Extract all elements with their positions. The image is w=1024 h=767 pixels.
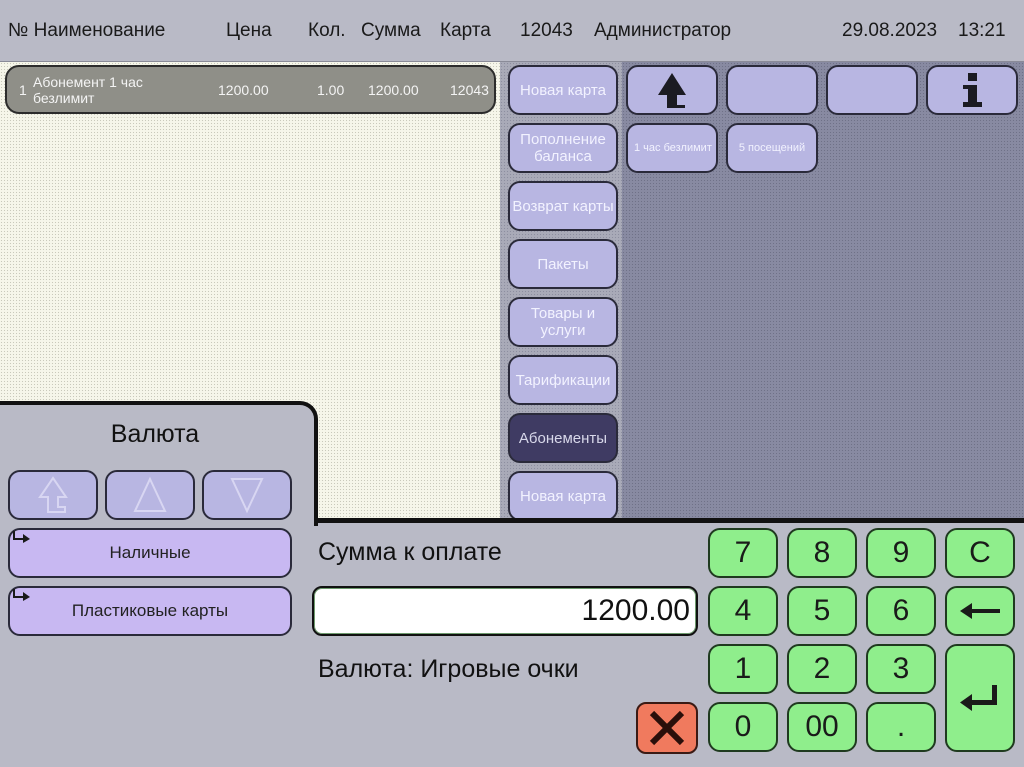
menu-new-card-button[interactable]: Новая карта: [508, 65, 618, 115]
scroll-up-button[interactable]: [105, 470, 195, 520]
key-00[interactable]: 00: [787, 702, 857, 752]
cancel-button[interactable]: [636, 702, 698, 754]
receipt-item-name-line2: безлимит: [33, 90, 95, 106]
key-backspace[interactable]: [945, 586, 1015, 636]
currency-info-label: Валюта: Игровые очки: [318, 655, 579, 683]
payment-cash-label: Наличные: [109, 543, 191, 562]
receipt-item-price: 1200.00: [218, 82, 269, 98]
menu-top-up-button[interactable]: Пополнение баланса: [508, 123, 618, 173]
tile-1-hour-unlimited[interactable]: 1 час безлимит: [626, 123, 718, 173]
tile-5-visits[interactable]: 5 посещений: [726, 123, 818, 173]
menu-new-card-button-2[interactable]: Новая карта: [508, 471, 618, 521]
triangle-down-icon: [230, 478, 264, 514]
key-2[interactable]: 2: [787, 644, 857, 694]
header-user: Администратор: [594, 20, 732, 41]
payment-plastic-card-label: Пластиковые карты: [71, 601, 229, 620]
info-icon: [963, 73, 982, 107]
receipt-row[interactable]: 1 Абонемент 1 час безлимит 1200.00 1.00 …: [5, 65, 496, 114]
payment-cash-button[interactable]: Наличные: [8, 528, 292, 578]
amount-due-label: Сумма к оплате: [318, 538, 502, 566]
receipt-item-card: 12043: [450, 82, 489, 98]
empty-grid-button-2[interactable]: [826, 65, 918, 115]
key-7[interactable]: 7: [708, 528, 778, 578]
arrow-right-icon: [13, 589, 30, 601]
currency-title: Валюта: [110, 420, 200, 448]
receipt-item-name-line1: Абонемент 1 час: [33, 74, 143, 90]
up-arrow-icon: [658, 73, 686, 108]
key-0[interactable]: 0: [708, 702, 778, 752]
key-decimal[interactable]: .: [866, 702, 936, 752]
category-menu: Новая карта Пополнение баланса Возврат к…: [500, 62, 622, 521]
key-8[interactable]: 8: [787, 528, 857, 578]
payment-divider: [314, 518, 1024, 523]
arrow-up-to-top-icon: [38, 476, 68, 513]
receipt-item-qty: 1.00: [317, 82, 345, 98]
header-col-price: Цена: [226, 20, 272, 41]
key-3[interactable]: 3: [866, 644, 936, 694]
enter-arrow-icon: [960, 685, 997, 711]
up-level-button[interactable]: [626, 65, 718, 115]
receipt-item-no: 1: [19, 82, 27, 98]
arrow-right-icon: [13, 531, 30, 543]
key-enter[interactable]: [945, 644, 1015, 752]
key-9[interactable]: 9: [866, 528, 936, 578]
header-bar: № Наименование Цена Кол. Сумма Карта 120…: [0, 0, 1024, 62]
scroll-down-button[interactable]: [202, 470, 292, 520]
scroll-top-button[interactable]: [8, 470, 98, 520]
receipt-item-sum: 1200.00: [368, 82, 419, 98]
key-5[interactable]: 5: [787, 586, 857, 636]
header-col-qty: Кол.: [308, 20, 346, 41]
header-time: 13:21: [958, 20, 1006, 41]
menu-packages-button[interactable]: Пакеты: [508, 239, 618, 289]
menu-goods-services-button[interactable]: Товары и услуги: [508, 297, 618, 347]
header-card-number: 12043: [520, 20, 573, 41]
key-4[interactable]: 4: [708, 586, 778, 636]
menu-tariffs-button[interactable]: Тарификации: [508, 355, 618, 405]
key-6[interactable]: 6: [866, 586, 936, 636]
header-col-card: Карта: [440, 20, 491, 41]
menu-subscriptions-button[interactable]: Абонементы: [508, 413, 618, 463]
backspace-arrow-icon: [960, 603, 1000, 619]
product-grid: 1 час безлимит 5 посещений: [622, 62, 1024, 520]
empty-grid-button-1[interactable]: [726, 65, 818, 115]
info-button[interactable]: [926, 65, 1018, 115]
header-col-sum: Сумма: [361, 20, 421, 41]
key-1[interactable]: 1: [708, 644, 778, 694]
header-date: 29.08.2023: [842, 20, 938, 41]
amount-due-field[interactable]: 1200.00: [312, 586, 698, 636]
payment-plastic-card-button[interactable]: Пластиковые карты: [8, 586, 292, 636]
menu-card-return-button[interactable]: Возврат карты: [508, 181, 618, 231]
key-clear[interactable]: C: [945, 528, 1015, 578]
close-icon: [649, 710, 685, 746]
triangle-up-icon: [133, 476, 167, 512]
header-col-no-name: № Наименование: [8, 20, 166, 41]
